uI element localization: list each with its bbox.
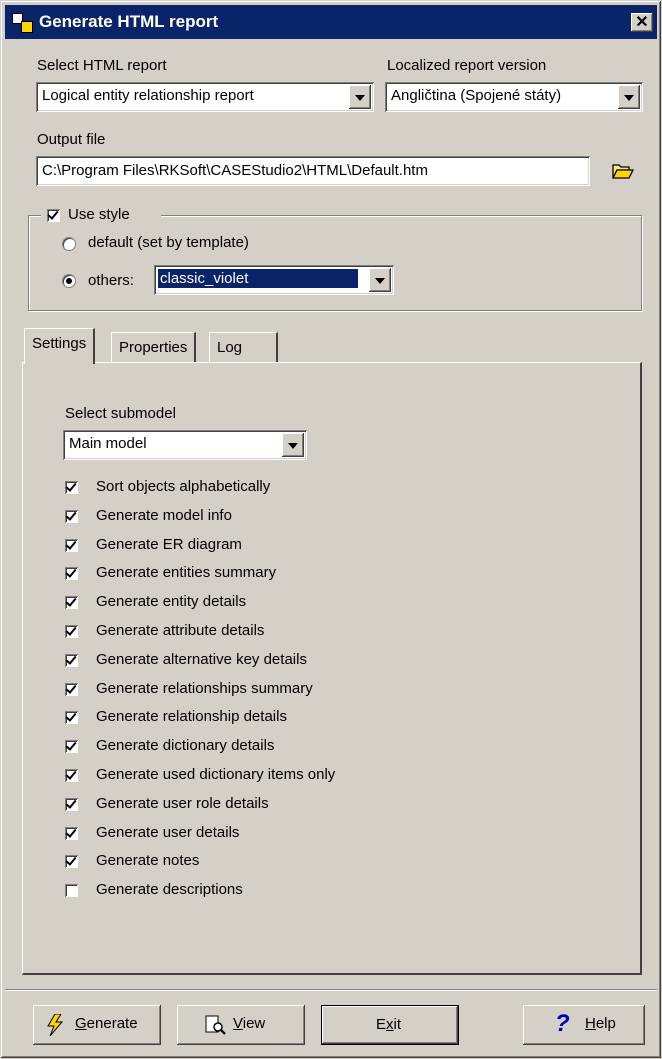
tab-properties[interactable]: Properties bbox=[111, 332, 197, 362]
generate-button-label: Generate bbox=[75, 1015, 138, 1032]
exit-button-label: Exit bbox=[376, 1016, 402, 1033]
output-file-value: C:\Program Files\RKSoft\CASEStudio2\HTML… bbox=[42, 162, 428, 179]
option-label: Generate dictionary details bbox=[96, 737, 275, 755]
close-button[interactable]: ✕ bbox=[631, 13, 653, 32]
generate-button[interactable]: Generate bbox=[33, 1005, 161, 1045]
option-label: Generate alternative key details bbox=[96, 650, 307, 668]
checkbox[interactable] bbox=[65, 884, 78, 898]
checkbox[interactable] bbox=[65, 826, 78, 840]
help-button-label: Help bbox=[585, 1015, 616, 1032]
others-style-select[interactable]: classic_violet bbox=[154, 265, 394, 295]
checkbox[interactable] bbox=[65, 797, 78, 811]
checkbox[interactable] bbox=[65, 653, 78, 667]
chevron-down-icon[interactable] bbox=[282, 433, 304, 457]
chevron-down-icon[interactable] bbox=[349, 85, 371, 109]
submodel-select-value: Main model bbox=[69, 435, 147, 452]
divider bbox=[5, 989, 657, 991]
select-submodel-label: Select submodel bbox=[65, 405, 176, 422]
option-label: Generate descriptions bbox=[96, 881, 243, 899]
folder-open-icon[interactable] bbox=[610, 161, 636, 181]
chevron-down-icon[interactable] bbox=[369, 268, 391, 292]
option-label: Generate relationship details bbox=[96, 708, 287, 726]
use-style-checkbox[interactable]: Use style bbox=[41, 205, 161, 227]
window-title: Generate HTML report bbox=[39, 12, 219, 31]
option-label: Generate attribute details bbox=[96, 622, 265, 639]
checkbox[interactable] bbox=[65, 509, 78, 523]
option-label: Generate entity details bbox=[96, 593, 247, 611]
report-select[interactable]: Logical entity relationship report bbox=[36, 82, 374, 112]
checkbox[interactable] bbox=[65, 855, 78, 869]
option-label: Generate user role details bbox=[96, 794, 269, 812]
chevron-down-icon[interactable] bbox=[618, 85, 640, 109]
checkbox[interactable] bbox=[65, 711, 78, 725]
report-select-value: Logical entity relationship report bbox=[42, 87, 254, 104]
checkbox[interactable] bbox=[65, 625, 78, 638]
option-label: Generate model info bbox=[96, 506, 232, 524]
option-label: Generate entities summary bbox=[96, 564, 277, 582]
view-button-label: View bbox=[233, 1015, 266, 1032]
exit-button[interactable]: Exit bbox=[321, 1005, 459, 1045]
checkbox[interactable] bbox=[65, 567, 78, 581]
others-style-label: others: bbox=[88, 272, 134, 289]
checkbox[interactable] bbox=[47, 209, 60, 222]
others-style-value: classic_violet bbox=[157, 268, 359, 289]
default-style-label: default (set by template) bbox=[88, 234, 249, 251]
option-label: Generate user details bbox=[96, 823, 240, 841]
checkbox[interactable] bbox=[65, 481, 78, 494]
localized-version-value: Angličtina (Spojené státy) bbox=[391, 87, 562, 104]
checkbox[interactable] bbox=[65, 682, 78, 696]
submodel-select[interactable]: Main model bbox=[63, 430, 307, 460]
option-label: Generate used dictionary items only bbox=[96, 766, 336, 783]
checkbox[interactable] bbox=[65, 769, 78, 782]
checkbox[interactable] bbox=[65, 538, 78, 552]
use-style-group bbox=[28, 215, 642, 311]
option-label: Sort objects alphabetically bbox=[96, 478, 271, 495]
checkbox[interactable] bbox=[65, 596, 78, 610]
dialog-window: Generate HTML report ✕ Select HTML repor… bbox=[0, 0, 662, 1059]
localized-version-select[interactable]: Angličtina (Spojené státy) bbox=[385, 82, 643, 112]
use-style-label: Use style bbox=[68, 206, 130, 223]
view-button[interactable]: View bbox=[177, 1005, 305, 1045]
select-report-label: Select HTML report bbox=[37, 57, 167, 74]
tab-log[interactable]: Log bbox=[209, 332, 279, 362]
output-file-label: Output file bbox=[37, 131, 106, 148]
default-style-radio[interactable] bbox=[62, 237, 76, 251]
help-button[interactable]: ? Help bbox=[523, 1005, 645, 1045]
option-label: Generate ER diagram bbox=[96, 535, 242, 553]
tab-settings[interactable]: Settings bbox=[24, 328, 96, 364]
lightning-icon bbox=[45, 1013, 65, 1040]
option-label: Generate relationships summary bbox=[96, 679, 313, 697]
others-style-radio[interactable] bbox=[62, 274, 76, 288]
localized-version-label: Localized report version bbox=[387, 57, 547, 74]
question-mark-icon: ? bbox=[555, 1010, 570, 1037]
app-icon bbox=[12, 13, 33, 33]
option-label: Generate notes bbox=[96, 852, 200, 870]
checkbox[interactable] bbox=[65, 740, 78, 754]
output-file-field[interactable]: C:\Program Files\RKSoft\CASEStudio2\HTML… bbox=[36, 156, 590, 186]
document-magnifier-icon bbox=[205, 1015, 227, 1039]
title-bar[interactable]: Generate HTML report ✕ bbox=[5, 5, 657, 39]
